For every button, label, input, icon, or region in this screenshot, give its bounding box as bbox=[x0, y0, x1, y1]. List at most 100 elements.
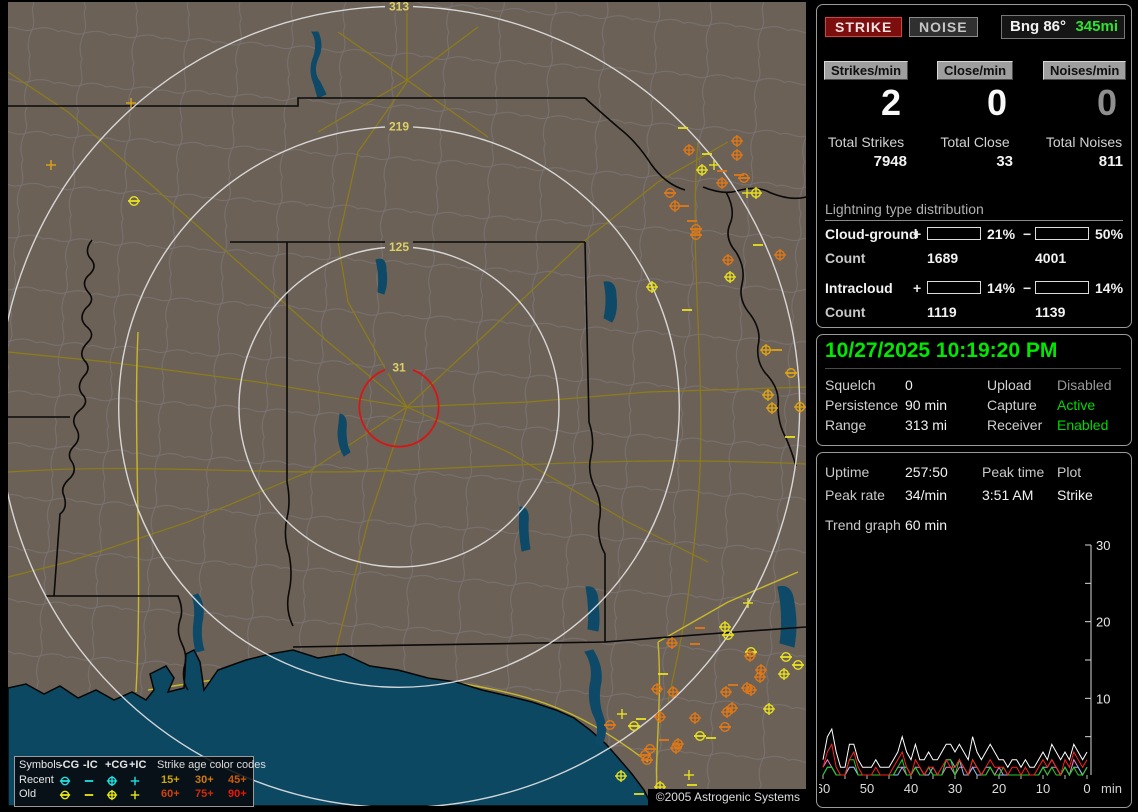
strike-symbol-cp bbox=[106, 789, 118, 801]
minus-count: 1139 bbox=[1035, 304, 1066, 320]
counter-total-label: Total Strikes bbox=[827, 134, 905, 150]
plus-count: 1689 bbox=[927, 250, 959, 266]
status-label: Receiver bbox=[987, 417, 1043, 433]
plus-percentage: 21% bbox=[987, 226, 1016, 242]
status-value: Enabled bbox=[1057, 417, 1109, 433]
stats-label: Uptime bbox=[825, 464, 870, 480]
counter-value: 0 bbox=[1096, 82, 1117, 123]
trend-x-tick-label: 20 bbox=[992, 781, 1006, 796]
datetime-display: 10/27/2025 10:19:20 PM bbox=[825, 339, 1121, 369]
trend-series-total bbox=[822, 727, 1088, 769]
legend-symbols-title: Symbols bbox=[19, 759, 62, 771]
plus-percentage-bar bbox=[927, 227, 981, 240]
distribution-title: Lightning type distribution bbox=[825, 201, 1123, 221]
trend-x-axis-unit: min bbox=[1101, 781, 1122, 796]
strike-symbol-cp bbox=[106, 775, 118, 787]
status-value: Disabled bbox=[1057, 377, 1112, 393]
legend-age-code: 15+ bbox=[161, 774, 180, 786]
stats-trend-box: Uptime 257:50 Peak time Plot Peak rate 34/min… bbox=[816, 452, 1132, 808]
bearing-distance-readout: Bng 86° 345mi bbox=[1001, 15, 1125, 39]
plus-count: 1119 bbox=[927, 304, 957, 320]
trend-y-tick-label: 10 bbox=[1096, 691, 1110, 706]
trend-x-tick-label: 50 bbox=[860, 781, 874, 796]
distribution-type-label: Intracloud bbox=[825, 280, 893, 296]
strike-symbol-p bbox=[130, 776, 140, 786]
ring-label: 219 bbox=[389, 120, 409, 134]
strike-symbol-p bbox=[130, 790, 140, 800]
status-value: 313 mi bbox=[905, 417, 948, 433]
strike-toggle-button[interactable]: STRIKE bbox=[825, 17, 903, 37]
counter-label-button[interactable]: Close/min bbox=[936, 61, 1014, 80]
counter-total-value: 7948 bbox=[873, 153, 907, 170]
stats-value: 34/min bbox=[905, 487, 948, 503]
minus-percentage-bar bbox=[1035, 227, 1089, 240]
copyright-text: ©2005 Astrogenic Systems bbox=[647, 789, 806, 806]
counter-total-value: 811 bbox=[1098, 153, 1123, 170]
legend-age-code: 45+ bbox=[228, 774, 247, 786]
counter-total-label: Total Close bbox=[940, 134, 1010, 150]
stats-value: 3:51 AM bbox=[982, 487, 1034, 503]
counter-total-value: 33 bbox=[996, 153, 1013, 170]
stats-label: Plot bbox=[1057, 464, 1082, 480]
legend-age-code: 60+ bbox=[161, 788, 180, 800]
stats-label: Trend graph bbox=[825, 517, 901, 533]
map-legend: Symbols Strike age color codes -CG -IC +CG… bbox=[14, 756, 266, 807]
trend-graph: 10 20 30 60 50 40 30 20 10 0 min bbox=[819, 538, 1122, 796]
bearing-value: Bng 86° bbox=[1010, 18, 1067, 35]
status-label: Range bbox=[825, 417, 867, 433]
plus-percentage: 14% bbox=[987, 280, 1016, 296]
count-label: Count bbox=[825, 304, 866, 320]
status-value: 0 bbox=[905, 377, 913, 393]
stats-label: Peak rate bbox=[825, 487, 885, 503]
count-label: Count bbox=[825, 250, 866, 266]
counter-value: 2 bbox=[880, 82, 901, 123]
distance-value: 345mi bbox=[1075, 18, 1118, 35]
ring-label: 31 bbox=[392, 360, 406, 374]
noise-toggle-button[interactable]: NOISE bbox=[909, 17, 978, 37]
status-label: Squelch bbox=[825, 377, 876, 393]
ring-label: 313 bbox=[389, 2, 409, 13]
stats-value: Strike bbox=[1057, 487, 1093, 503]
nexstorm-app-window: 31 125 219 313 Symbols Strike age color cod… bbox=[0, 0, 1138, 812]
minus-count: 4001 bbox=[1035, 250, 1067, 266]
counter-label-button[interactable]: Strikes/min bbox=[823, 61, 909, 80]
status-value: Active bbox=[1057, 397, 1096, 413]
counter-label-button[interactable]: Noises/min bbox=[1043, 61, 1127, 80]
distribution-type-label: Cloud-ground bbox=[825, 226, 918, 242]
counter-value: 0 bbox=[986, 82, 1007, 123]
minus-percentage-bar bbox=[1035, 281, 1089, 294]
status-label: Upload bbox=[987, 377, 1032, 393]
status-box: 10/27/2025 10:19:20 PM Squelch 0 Upload Dis… bbox=[816, 334, 1132, 446]
strike-symbol-cm bbox=[59, 790, 71, 800]
counter-column: Strikes/min 2 Total Strikes 7948 bbox=[823, 61, 909, 170]
minus-sign: − bbox=[1023, 226, 1032, 242]
plus-sign: + bbox=[913, 280, 922, 296]
strike-counters-box: STRIKE NOISE Bng 86° 345mi Strikes/min 2 T… bbox=[816, 4, 1132, 328]
trend-x-tick-label: 40 bbox=[904, 781, 918, 796]
legend-col--CG: -CG bbox=[59, 759, 80, 771]
legend-symbol-glyphs bbox=[59, 789, 140, 801]
strike-symbol-cm bbox=[59, 776, 71, 786]
trend-x-tick-label: 30 bbox=[948, 781, 962, 796]
trend-x-tick-label: 0 bbox=[1083, 781, 1090, 796]
legend-age-code: 30+ bbox=[195, 774, 214, 786]
counter-column: Noises/min 0 Total Noises 811 bbox=[1043, 61, 1127, 170]
legend-age-title: Strike age color codes bbox=[157, 759, 266, 771]
legend-col-+IC: +IC bbox=[129, 759, 147, 771]
plus-percentage-bar bbox=[927, 281, 981, 294]
status-label: Capture bbox=[987, 397, 1037, 413]
counter-column: Close/min 0 Total Close 33 bbox=[935, 61, 1015, 170]
minus-percentage: 14% bbox=[1095, 280, 1124, 296]
lightning-map[interactable]: 31 125 219 313 Symbols Strike age color cod… bbox=[8, 2, 806, 807]
trend-y-tick-label: 30 bbox=[1096, 538, 1110, 553]
stats-value: 257:50 bbox=[905, 464, 948, 480]
ring-label: 125 bbox=[389, 240, 409, 254]
minus-percentage: 50% bbox=[1095, 226, 1124, 242]
distribution-row: Intracloud +14% −14% bbox=[825, 280, 1125, 296]
legend-age-code: 90+ bbox=[228, 788, 247, 800]
minus-sign: − bbox=[1023, 280, 1032, 296]
legend-symbol-glyphs bbox=[59, 775, 140, 787]
legend-col-+CG: +CG bbox=[105, 759, 128, 771]
stats-label: Peak time bbox=[982, 464, 1045, 480]
status-label: Persistence bbox=[825, 397, 899, 413]
